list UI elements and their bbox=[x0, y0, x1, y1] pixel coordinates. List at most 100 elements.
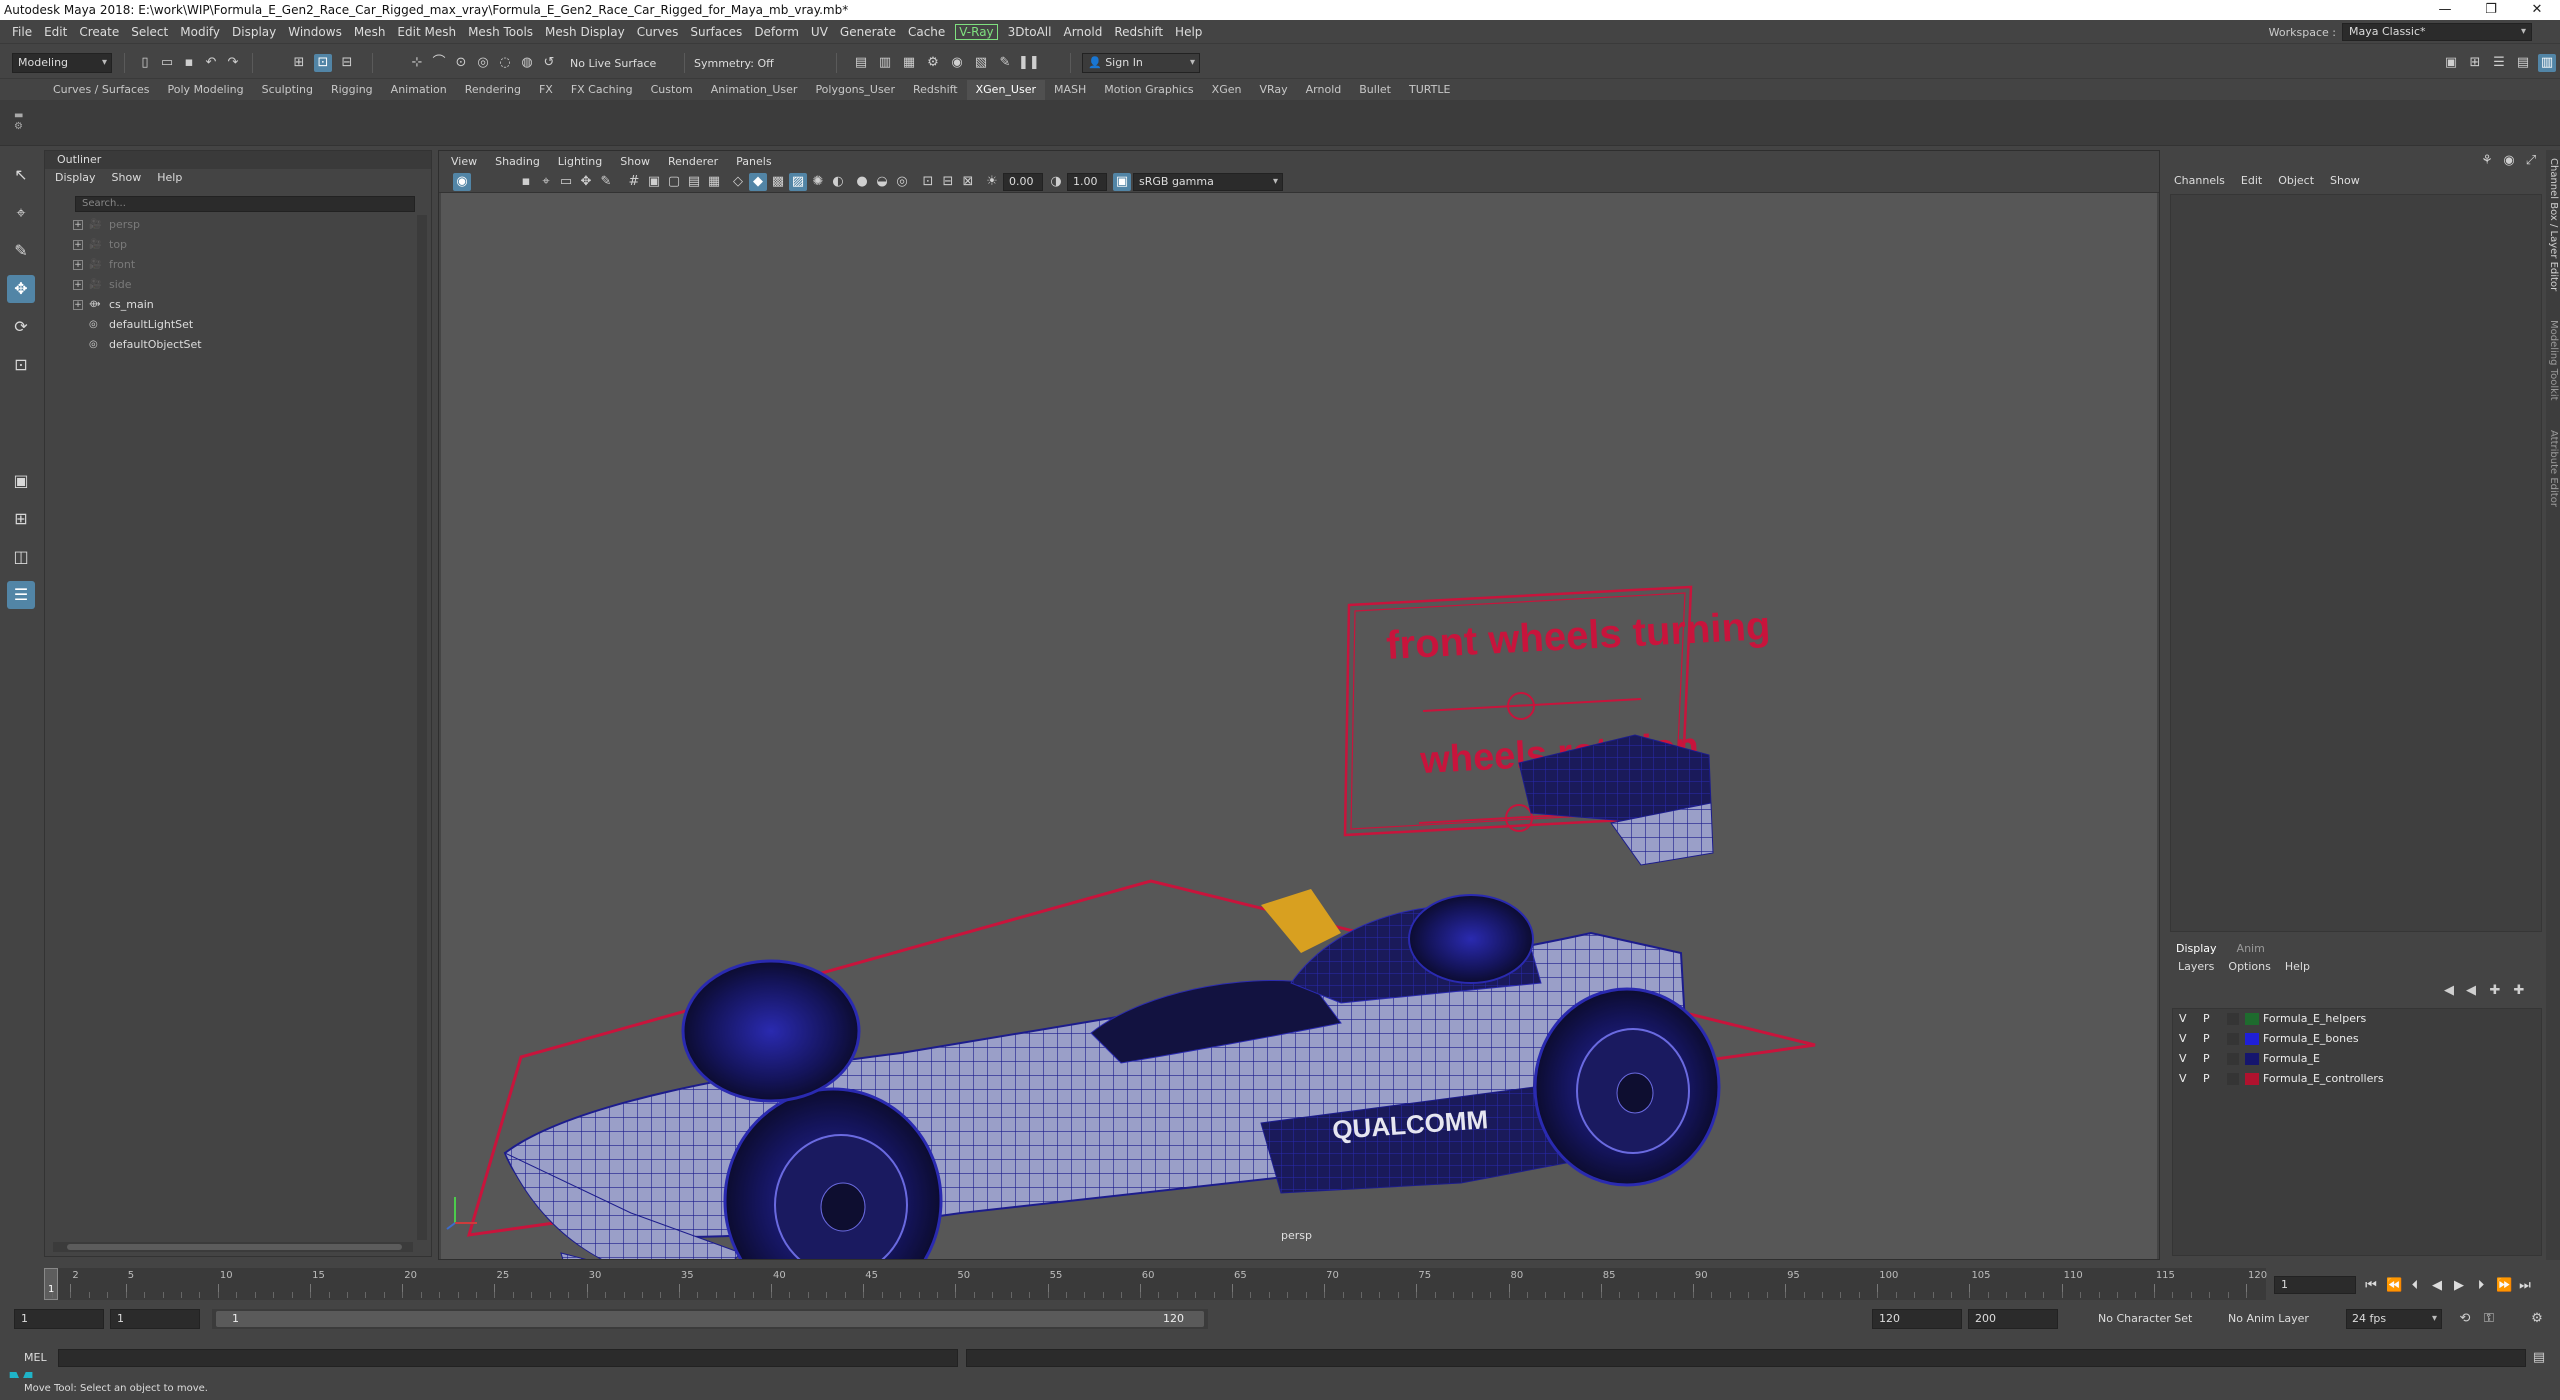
save-scene-icon[interactable]: ▪ bbox=[180, 54, 198, 72]
menu-redshift[interactable]: Redshift bbox=[1108, 25, 1169, 39]
menu-curves[interactable]: Curves bbox=[631, 25, 685, 39]
lights-icon[interactable]: ✺ bbox=[809, 173, 827, 191]
script-editor-icon[interactable]: ▤ bbox=[2530, 1349, 2548, 1367]
menu-3dtoall[interactable]: 3DtoAll bbox=[1002, 25, 1058, 39]
ipr-render-icon[interactable]: ▦ bbox=[900, 54, 918, 72]
menu-file[interactable]: File bbox=[6, 25, 38, 39]
shelf-tab-rigging[interactable]: Rigging bbox=[322, 80, 382, 100]
textured-icon[interactable]: ▨ bbox=[789, 173, 807, 191]
shelf-tab-animation-user[interactable]: Animation_User bbox=[702, 80, 807, 100]
four-view-icon[interactable]: ⊞ bbox=[7, 505, 35, 533]
hypershade-icon[interactable]: ◉ bbox=[948, 54, 966, 72]
tab-anim[interactable]: Anim bbox=[2237, 942, 2265, 955]
workspace-dropdown[interactable]: Maya Classic* bbox=[2342, 23, 2532, 41]
layer-row[interactable]: V P Formula_E_bones bbox=[2173, 1029, 2541, 1049]
channel-box-menu-edit[interactable]: Edit bbox=[2241, 174, 2262, 187]
tab-modeling-toolkit[interactable]: Modeling Toolkit bbox=[2547, 320, 2559, 401]
select-component-icon[interactable]: ⊟ bbox=[338, 54, 356, 72]
viewport-menu-show[interactable]: Show bbox=[620, 155, 650, 168]
single-view-icon[interactable]: ▣ bbox=[7, 467, 35, 495]
shadows-icon[interactable]: ◐ bbox=[829, 173, 847, 191]
expand-icon[interactable]: + bbox=[73, 240, 83, 250]
move-layer-up-icon[interactable]: ◀ bbox=[2440, 982, 2458, 1000]
outliner-hscrollbar[interactable] bbox=[53, 1242, 413, 1252]
channel-box-icon-2[interactable]: ◉ bbox=[2500, 152, 2518, 170]
menu-mesh[interactable]: Mesh bbox=[348, 25, 392, 39]
render-view-icon[interactable]: ▧ bbox=[972, 54, 990, 72]
menu-cache[interactable]: Cache bbox=[902, 25, 951, 39]
layer-row[interactable]: V P Formula_E_helpers bbox=[2173, 1009, 2541, 1029]
layer-menu-help[interactable]: Help bbox=[2285, 960, 2310, 973]
shelf-tab-redshift[interactable]: Redshift bbox=[904, 80, 967, 100]
gamma-icon[interactable]: ◑ bbox=[1047, 173, 1065, 191]
menu-set-dropdown[interactable]: Modeling ▾ bbox=[12, 53, 112, 73]
redo-icon[interactable]: ↷ bbox=[224, 54, 242, 72]
shelf-tab-mash[interactable]: MASH bbox=[1045, 80, 1095, 100]
outliner-menu-help[interactable]: Help bbox=[157, 169, 182, 187]
shelf-tab-custom[interactable]: Custom bbox=[642, 80, 702, 100]
menu-select[interactable]: Select bbox=[125, 25, 174, 39]
shelf-tab-arnold[interactable]: Arnold bbox=[1297, 80, 1351, 100]
film-gate-icon[interactable]: ▣ bbox=[645, 173, 663, 191]
expand-icon[interactable]: + bbox=[73, 220, 83, 230]
layout-icon-4[interactable]: ▤ bbox=[2514, 54, 2532, 72]
undo-icon[interactable]: ↶ bbox=[202, 54, 220, 72]
layer-playback-toggle[interactable]: P bbox=[2203, 1029, 2210, 1049]
symmetry-dropdown[interactable]: Symmetry: Off bbox=[694, 54, 774, 74]
new-layer-icon[interactable]: ✚ bbox=[2486, 982, 2504, 1000]
snap-surface-icon[interactable]: ◌ bbox=[496, 54, 514, 72]
minimize-button[interactable]: — bbox=[2422, 0, 2468, 20]
animation-start-field[interactable]: 1 bbox=[14, 1309, 104, 1329]
shelf-tab-vray[interactable]: VRay bbox=[1250, 80, 1296, 100]
layout-icon-3[interactable]: ☰ bbox=[2490, 54, 2508, 72]
layer-display-type[interactable] bbox=[2227, 1033, 2239, 1045]
current-frame-field[interactable]: 1 bbox=[2274, 1276, 2356, 1294]
menu-arnold[interactable]: Arnold bbox=[1057, 25, 1108, 39]
image-plane-icon[interactable]: ▭ bbox=[557, 173, 575, 191]
pause-icon[interactable]: ❚❚ bbox=[1018, 54, 1040, 72]
play-backward-icon[interactable]: ◀ bbox=[2430, 1278, 2444, 1293]
layer-menu-options[interactable]: Options bbox=[2228, 960, 2270, 973]
shelf-tab-turtle[interactable]: TURTLE bbox=[1400, 80, 1459, 100]
tab-channel-box[interactable]: Channel Box / Layer Editor bbox=[2547, 158, 2559, 291]
render-sequence-icon[interactable]: ▥ bbox=[876, 54, 894, 72]
channel-box-menu-object[interactable]: Object bbox=[2278, 174, 2314, 187]
layer-visibility-toggle[interactable]: V bbox=[2179, 1009, 2187, 1029]
wireframe-icon[interactable]: ◇ bbox=[729, 173, 747, 191]
shelf-tab-curves-surfaces[interactable]: Curves / Surfaces bbox=[44, 80, 159, 100]
viewport-menu-panels[interactable]: Panels bbox=[736, 155, 771, 168]
shelf-tab-polygons-user[interactable]: Polygons_User bbox=[806, 80, 904, 100]
exposure-field[interactable]: 0.00 bbox=[1003, 173, 1043, 191]
lasso-tool-icon[interactable]: ⌖ bbox=[7, 199, 35, 227]
formula-e-car[interactable]: QUALCOMM bbox=[503, 734, 1721, 1259]
viewport-menu-shading[interactable]: Shading bbox=[495, 155, 540, 168]
layer-display-type[interactable] bbox=[2227, 1013, 2239, 1025]
motion-blur-icon[interactable]: ◒ bbox=[873, 173, 891, 191]
outliner-menu-show[interactable]: Show bbox=[112, 169, 142, 187]
smooth-shade-icon[interactable]: ◆ bbox=[749, 173, 767, 191]
shelf-tab-xgen-user[interactable]: XGen_User bbox=[966, 80, 1045, 100]
history-icon[interactable]: ↺ bbox=[540, 54, 558, 72]
step-forward-key-icon[interactable]: ⏩ bbox=[2496, 1278, 2512, 1293]
layer-row[interactable]: V P Formula_E bbox=[2173, 1049, 2541, 1069]
range-slider[interactable]: 1 120 bbox=[212, 1309, 1208, 1329]
grease-pencil-icon[interactable]: ✎ bbox=[597, 173, 615, 191]
snap-curve-icon[interactable]: ⌒ bbox=[430, 54, 448, 72]
command-input[interactable] bbox=[58, 1349, 958, 1367]
new-layer-selected-icon[interactable]: ✚ bbox=[2510, 982, 2528, 1000]
outliner-item-defaultlightset[interactable]: ◎ defaultLightSet bbox=[53, 315, 413, 335]
auto-key-icon[interactable]: ⚿ bbox=[2480, 1310, 2498, 1328]
expand-icon[interactable]: + bbox=[73, 260, 83, 270]
resolution-gate-icon[interactable]: ▢ bbox=[665, 173, 683, 191]
loop-icon[interactable]: ⟲ bbox=[2456, 1310, 2474, 1328]
go-to-start-icon[interactable]: ⏮ bbox=[2364, 1278, 2378, 1293]
menu-v-ray[interactable]: V-Ray bbox=[955, 24, 998, 40]
outliner-menu-display[interactable]: Display bbox=[55, 169, 96, 187]
shelf-tab-sculpting[interactable]: Sculpting bbox=[253, 80, 322, 100]
bookmark-icon[interactable]: ⌖ bbox=[537, 173, 555, 191]
outliner-item-front[interactable]: + 🎥 front bbox=[53, 255, 413, 275]
isolate-select-icon[interactable]: ⊡ bbox=[919, 173, 937, 191]
restore-button[interactable]: ❐ bbox=[2468, 0, 2514, 20]
snap-view-icon[interactable]: ◎ bbox=[474, 54, 492, 72]
shelf-tab-motion-graphics[interactable]: Motion Graphics bbox=[1095, 80, 1202, 100]
